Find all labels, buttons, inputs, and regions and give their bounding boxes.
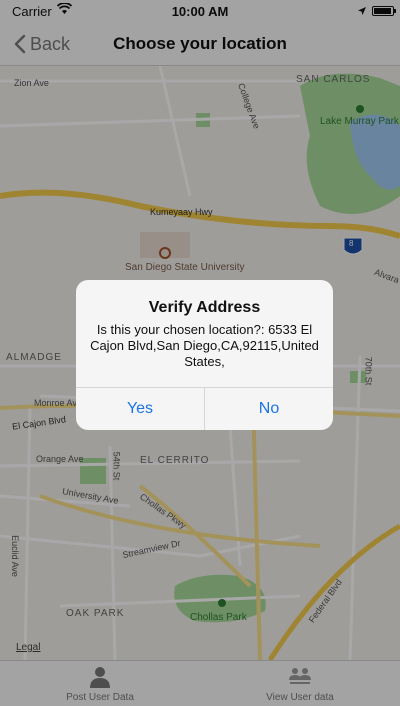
dialog-title: Verify Address bbox=[148, 299, 261, 316]
yes-button[interactable]: Yes bbox=[76, 388, 204, 430]
dialog-actions: Yes No bbox=[76, 387, 333, 430]
dialog-message: Is this your chosen location?: 6533 El C… bbox=[90, 322, 319, 369]
no-button[interactable]: No bbox=[204, 388, 333, 430]
verify-address-dialog: Verify Address Is this your chosen locat… bbox=[76, 280, 333, 430]
